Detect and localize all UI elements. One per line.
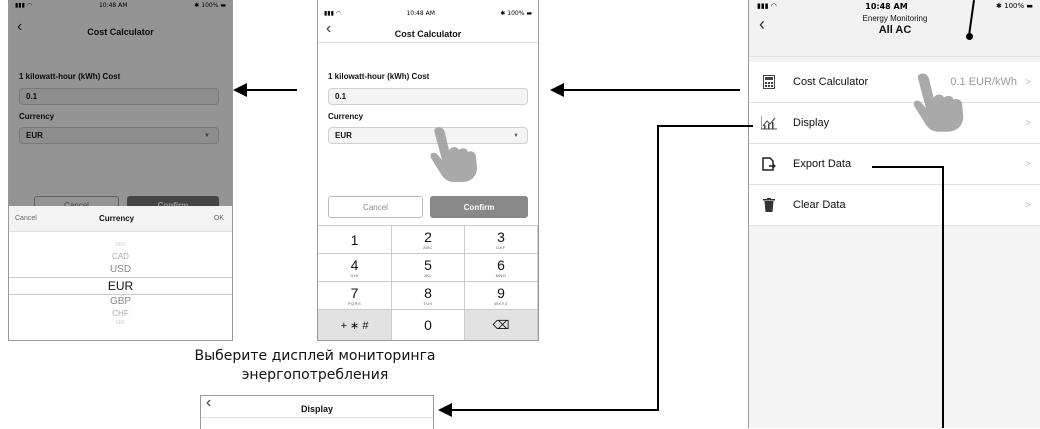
signal-icon: ▮▮▮ ◠ <box>757 2 777 10</box>
key-backspace[interactable]: ⌫ <box>465 310 538 340</box>
phone-currency-picker: ▮▮▮ ◠ 10:48 AM ✱ 100% ▬ ‹ Cost Calculato… <box>8 0 233 341</box>
picker-option-usd[interactable]: USD <box>9 264 232 275</box>
key-7[interactable]: 7 PQRS <box>318 282 392 310</box>
battery-status: ✱ 100% ▬ <box>996 2 1033 10</box>
chevron-right-icon: > <box>1025 117 1031 129</box>
phone-keypad: ▮▮▮ ◠ 10:48 AM ✱ 100% ▬ ‹ Cost Calculato… <box>317 0 539 341</box>
battery-status: ✱ 100% ▬ <box>500 9 532 17</box>
status-time: 10:48 AM <box>865 1 908 11</box>
picker-cancel-button[interactable]: Cancel <box>15 215 37 222</box>
caption: Выберите дисплей мониторинга энергопотре… <box>150 347 480 385</box>
arrow-head-icon <box>550 83 564 97</box>
picker-selection-line-top <box>9 277 232 278</box>
picker-toolbar: Cancel Currency OK <box>9 206 232 232</box>
list-item-label: Cost Calculator <box>793 76 869 88</box>
nav-bar: ‹ Display <box>201 396 433 418</box>
back-icon[interactable]: ‹ <box>206 396 211 412</box>
key-4[interactable]: 4 GHI <box>318 254 392 282</box>
page-title: Cost Calculator <box>394 29 462 39</box>
picker-option-sek[interactable]: SEK <box>9 320 232 326</box>
connector-line <box>872 166 944 168</box>
picker-option-chf[interactable]: CHF <box>9 309 232 318</box>
status-time: 10:48 AM <box>406 9 435 17</box>
currency-picker: Cancel Currency OK DKK CAD USD EUR GBP C… <box>9 206 232 340</box>
arrow-line <box>245 89 297 91</box>
caption-line-1: Выберите дисплей мониторинга <box>194 348 436 364</box>
list-item-label: Display <box>793 117 830 129</box>
chevron-right-icon: > <box>1025 76 1031 88</box>
arrow-line <box>562 89 740 91</box>
hand-pointer-icon <box>913 73 964 132</box>
picker-option-cad[interactable]: CAD <box>9 252 232 261</box>
back-icon[interactable]: ‹ <box>326 20 331 38</box>
modal-overlay <box>9 0 232 206</box>
key-2[interactable]: 2 ABC <box>392 226 465 254</box>
key-9[interactable]: 9 WXYZ <box>465 282 538 310</box>
list-item-clear-data[interactable]: Clear Data > <box>749 185 1040 226</box>
picker-option-eur[interactable]: EUR <box>9 279 232 293</box>
key-symbols[interactable]: + ∗ # <box>318 310 392 340</box>
chevron-down-icon: ▼ <box>513 132 519 139</box>
connector-line <box>450 409 659 411</box>
phone-display: ‹ Display <box>200 395 434 429</box>
hand-pointer-icon <box>430 127 477 182</box>
connector-line <box>657 125 659 410</box>
key-3[interactable]: 3 DEF <box>465 226 538 254</box>
key-1[interactable]: 1 <box>318 226 392 254</box>
currency-label: Currency <box>328 112 364 121</box>
connector-line <box>942 166 944 428</box>
numeric-keypad: 1 2 ABC 3 DEF 4 GHI 5 JKL 6 MNO 7 PQRS 8 TUV 9W… <box>318 225 538 340</box>
page-title: Display <box>300 404 333 414</box>
chevron-right-icon: > <box>1025 199 1031 211</box>
key-8[interactable]: 8 TUV <box>392 282 465 310</box>
chevron-right-icon: > <box>1025 158 1031 170</box>
list-item-display[interactable]: Display > <box>749 103 1040 144</box>
page-title: All AC <box>878 24 912 36</box>
trash-icon <box>761 197 777 213</box>
key-5[interactable]: 5 JKL <box>392 254 465 282</box>
arrow-head-icon <box>233 83 247 97</box>
picker-option-gbp[interactable]: GBP <box>9 296 232 307</box>
key-0[interactable]: 0 <box>392 310 465 340</box>
status-bar: ▮▮▮ ◠ 10:48 AM ✱ 100% ▬ <box>318 8 538 18</box>
cancel-button[interactable]: Cancel <box>328 196 423 218</box>
caption-line-2: энергопотребления <box>241 367 389 383</box>
signal-icon: ▮▮▮ ◠ <box>324 9 342 17</box>
key-6[interactable]: 6 MNO <box>465 254 538 282</box>
export-icon <box>761 156 777 172</box>
kwh-cost-label: 1 kilowatt-hour (kWh) Cost <box>328 72 430 81</box>
arrow-head-icon <box>438 403 452 417</box>
list-item-export-data[interactable]: Export Data > <box>749 144 1040 185</box>
list-background <box>749 226 1040 428</box>
picker-ok-button[interactable]: OK <box>214 215 224 222</box>
nav-bar: ‹ Cost Calculator <box>318 20 538 43</box>
phone-energy-monitoring: ▮▮▮ ◠ 10:48 AM ✱ 100% ▬ ‹ Energy Monitor… <box>748 0 1040 428</box>
backspace-icon: ⌫ <box>492 318 510 332</box>
picker-title: Currency <box>99 214 135 223</box>
connector-line <box>657 125 753 127</box>
header: ▮▮▮ ◠ 10:48 AM ✱ 100% ▬ ‹ Energy Monitor… <box>749 0 1040 57</box>
list-item-label: Export Data <box>793 158 852 170</box>
settings-list: Cost Calculator 0.1 EUR/kWh > Display > … <box>749 62 1040 428</box>
confirm-button[interactable]: Confirm <box>430 196 528 218</box>
chart-icon <box>761 115 777 131</box>
kwh-cost-input[interactable]: 0.1 <box>328 88 528 105</box>
calculator-icon <box>761 74 777 90</box>
list-item-label: Clear Data <box>793 199 846 211</box>
picker-option-dkk[interactable]: DKK <box>9 242 232 248</box>
status-bar: ▮▮▮ ◠ 10:48 AM ✱ 100% ▬ <box>749 1 1040 11</box>
picker-selection-line-bottom <box>9 294 232 295</box>
list-item-cost-calculator[interactable]: Cost Calculator 0.1 EUR/kWh > <box>749 62 1040 103</box>
header-subtitle: Energy Monitoring <box>862 14 928 23</box>
connector-dot <box>966 33 973 40</box>
